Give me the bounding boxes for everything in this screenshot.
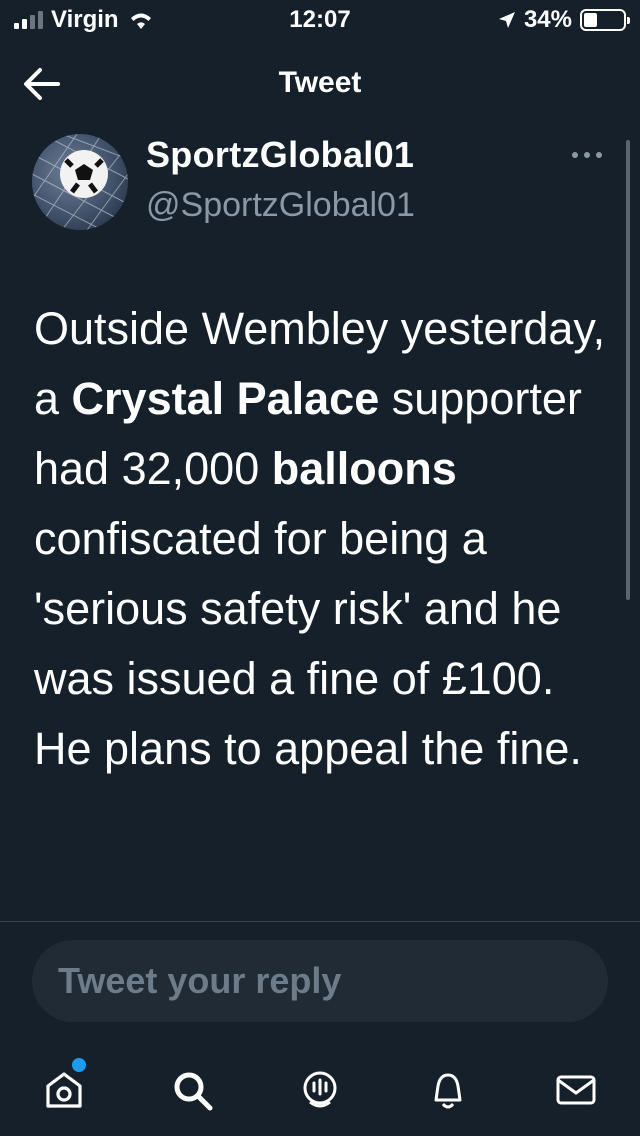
- nav-home[interactable]: [40, 1058, 88, 1114]
- dot-icon: [572, 152, 578, 158]
- page-title: Tweet: [278, 66, 362, 99]
- reply-input[interactable]: [32, 940, 608, 1022]
- nav-messages[interactable]: [552, 1066, 600, 1114]
- reply-box[interactable]: [32, 940, 608, 1022]
- author-name[interactable]: SportzGlobal01: [146, 134, 414, 176]
- notification-dot: [72, 1058, 86, 1072]
- more-options-button[interactable]: [572, 148, 606, 162]
- tweet-text: Outside Wembley yesterday, a Crystal Pal…: [34, 294, 614, 784]
- home-icon: [46, 1072, 82, 1108]
- messages-icon: [556, 1075, 596, 1105]
- status-bar: Virgin 12:07 34%: [0, 0, 640, 40]
- tweet-text-segment: confiscated for being a 'serious safety …: [34, 513, 582, 774]
- nav-search[interactable]: [168, 1066, 216, 1114]
- nav-notifications[interactable]: [424, 1066, 472, 1114]
- battery-percent: 34%: [523, 6, 572, 33]
- location-arrow-icon: [498, 12, 515, 28]
- dot-icon: [596, 152, 602, 158]
- tweet-text-segment-bold: Crystal Palace: [71, 373, 380, 424]
- battery-icon: [580, 9, 630, 31]
- nav-spaces[interactable]: [296, 1066, 344, 1114]
- scrollbar[interactable]: [626, 140, 630, 600]
- avatar[interactable]: [32, 134, 128, 230]
- battery-level: [584, 13, 597, 27]
- notifications-icon: [434, 1073, 462, 1109]
- status-right: 34%: [498, 6, 630, 34]
- bottom-nav: [0, 1050, 640, 1136]
- dot-icon: [584, 152, 590, 158]
- top-bar: Tweet: [0, 52, 640, 116]
- soccer-ball-icon: [32, 134, 128, 230]
- spaces-icon: [303, 1071, 337, 1108]
- author-handle[interactable]: @SportzGlobal01: [146, 186, 415, 225]
- tweet-text-segment-bold: balloons: [271, 443, 457, 494]
- search-icon: [174, 1072, 213, 1111]
- divider: [0, 921, 640, 922]
